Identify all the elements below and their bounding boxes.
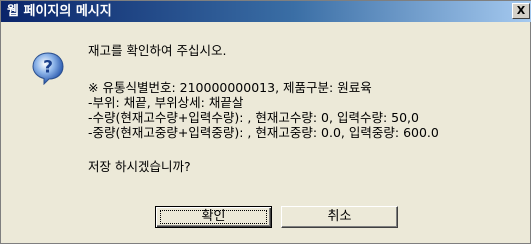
- message-line-2: ※ 유통식별번호: 210000000013, 제품구분: 원료육: [88, 80, 372, 95]
- svg-text:?: ?: [43, 58, 53, 78]
- cancel-button-label: 취소: [327, 209, 352, 224]
- message-line-6: 저장 하시겠습니까?: [88, 159, 191, 174]
- message-line-3: -부위: 채끝, 부위상세: 채끝살: [88, 95, 244, 110]
- ok-button[interactable]: 확인: [155, 206, 272, 228]
- cancel-button[interactable]: 취소: [281, 206, 398, 228]
- focus-ring: [160, 210, 267, 224]
- close-button[interactable]: X: [512, 3, 530, 19]
- message-dialog: 웹 페이지의 메시지 X ? 재고를 확인하여 주십시오. ※ 유통식별번호: …: [0, 0, 531, 244]
- title-bar[interactable]: 웹 페이지의 메시지 X: [1, 1, 531, 22]
- message-line-4: -수량(현재고수량+입력수량): , 현재고수량: 0, 입력수량: 50,0: [88, 110, 419, 125]
- dialog-title: 웹 페이지의 메시지: [7, 4, 112, 19]
- message-line-1: 재고를 확인하여 주십시오.: [88, 43, 227, 58]
- message-line-5: -중량(현재고중량+입력중량): , 현재고중량: 0.0, 입력중량: 600…: [88, 125, 439, 140]
- question-icon: ?: [32, 52, 64, 85]
